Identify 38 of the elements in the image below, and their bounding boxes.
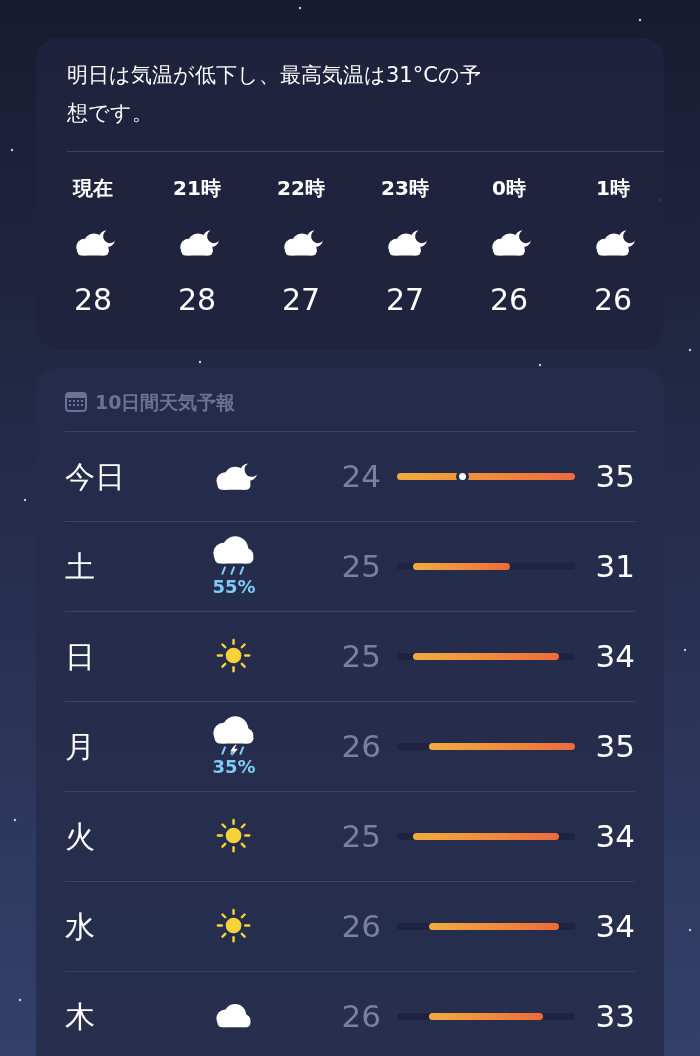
- day-label: 日: [65, 637, 96, 676]
- hour-temperature: 27: [281, 281, 321, 319]
- section-title: 10日間天気予報: [95, 390, 236, 415]
- hour-label: 21時: [173, 175, 221, 202]
- precipitation-chance: 35%: [212, 756, 256, 777]
- day-label: 火: [65, 817, 96, 856]
- calendar-icon: [65, 392, 87, 413]
- day-label: 今日: [65, 457, 126, 496]
- hour-temperature: 28: [73, 281, 113, 319]
- hour-temperature: 28: [177, 281, 217, 319]
- precipitation-chance: 55%: [212, 576, 256, 597]
- day-label: 木: [65, 997, 96, 1036]
- low-temperature: 26: [340, 906, 381, 946]
- day-label: 月: [65, 727, 96, 766]
- low-temperature: 26: [340, 726, 381, 766]
- low-temperature: 25: [340, 636, 381, 676]
- high-temperature: 35: [595, 456, 635, 496]
- hour-label: 現在: [73, 175, 113, 202]
- low-temperature: 26: [340, 996, 381, 1036]
- high-temperature: 33: [595, 996, 635, 1036]
- high-temperature: 34: [595, 636, 635, 676]
- high-temperature: 31: [595, 546, 635, 586]
- hour-label: 1時: [596, 175, 630, 202]
- low-temperature: 25: [340, 546, 381, 586]
- low-temperature: 24: [340, 456, 381, 496]
- hour-label: 22時: [277, 175, 325, 202]
- day-label: 水: [65, 907, 96, 946]
- forecast-summary: 明日は気温が低下し、最高気温は31°Cの予想です。: [67, 62, 482, 127]
- low-temperature: 25: [340, 816, 381, 856]
- hour-temperature: 27: [385, 281, 425, 319]
- hour-label: 23時: [381, 175, 429, 202]
- high-temperature: 34: [595, 816, 635, 856]
- hour-label: 0時: [492, 175, 526, 202]
- high-temperature: 35: [595, 726, 635, 766]
- hour-temperature: 26: [593, 281, 633, 319]
- hour-temperature: 26: [489, 281, 529, 319]
- day-label: 土: [65, 547, 96, 586]
- high-temperature: 34: [595, 906, 635, 946]
